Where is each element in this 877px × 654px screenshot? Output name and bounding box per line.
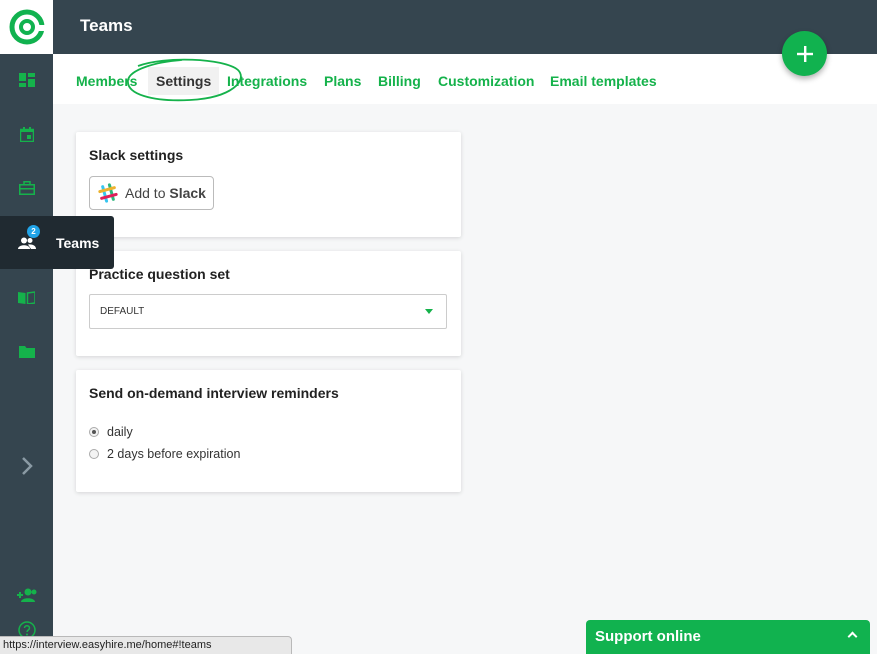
tab-customization[interactable]: Customization: [438, 73, 534, 89]
team-icon: [17, 237, 36, 249]
question-set-select[interactable]: DEFAULT: [89, 294, 447, 329]
notification-badge: 2: [27, 224, 40, 238]
sidebar-item-label: Teams: [56, 234, 100, 251]
tab-members[interactable]: Members: [76, 73, 137, 89]
link-status-url: https://interview.easyhire.me/home#!team…: [0, 636, 292, 654]
app-logo[interactable]: [0, 0, 53, 54]
page-title: Teams: [80, 16, 133, 35]
tab-billing[interactable]: Billing: [378, 73, 421, 89]
tab-bar: Members Settings Integrations Plans Bill…: [53, 54, 877, 104]
card-title: Slack settings: [89, 147, 184, 163]
sidebar-item-teams[interactable]: 2 Teams: [0, 216, 114, 269]
sidebar: [0, 0, 53, 654]
folder-icon[interactable]: [0, 331, 53, 371]
caret-down-icon: [425, 309, 433, 314]
slack-icon: [98, 183, 118, 203]
expand-chevron-icon[interactable]: [0, 446, 53, 486]
add-button[interactable]: [782, 31, 827, 76]
radio-option-daily[interactable]: daily: [89, 425, 133, 439]
chevron-up-icon: [847, 631, 858, 642]
logo-icon: [9, 9, 45, 45]
calendar-icon[interactable]: [0, 114, 53, 154]
radio-button[interactable]: [89, 449, 99, 459]
select-value: DEFAULT: [100, 306, 145, 317]
radio-button[interactable]: [89, 427, 99, 437]
tab-email-templates[interactable]: Email templates: [550, 73, 657, 89]
top-header: Teams: [53, 0, 877, 54]
tab-integrations[interactable]: Integrations: [227, 73, 307, 89]
card-title: Send on-demand interview reminders: [89, 385, 339, 401]
support-label: Support online: [595, 628, 701, 645]
tab-plans[interactable]: Plans: [324, 73, 361, 89]
support-chat-widget[interactable]: Support online: [586, 620, 870, 654]
book-icon[interactable]: [0, 277, 53, 317]
add-user-icon[interactable]: [0, 575, 53, 615]
slack-settings-card: Slack settings Add to Slack: [76, 132, 461, 237]
radio-label: 2 days before expiration: [107, 447, 241, 461]
briefcase-icon[interactable]: [0, 168, 53, 208]
tab-settings[interactable]: Settings: [148, 67, 220, 95]
interview-reminders-card: Send on-demand interview reminders daily…: [76, 370, 461, 492]
add-to-slack-label: Add to Slack: [125, 185, 206, 201]
practice-question-card: Practice question set DEFAULT: [76, 251, 461, 356]
radio-option-2-days[interactable]: 2 days before expiration: [89, 447, 240, 461]
dashboard-icon[interactable]: [0, 60, 53, 100]
plus-icon: [796, 45, 813, 62]
add-to-slack-button[interactable]: Add to Slack: [89, 176, 214, 210]
radio-label: daily: [107, 425, 133, 439]
